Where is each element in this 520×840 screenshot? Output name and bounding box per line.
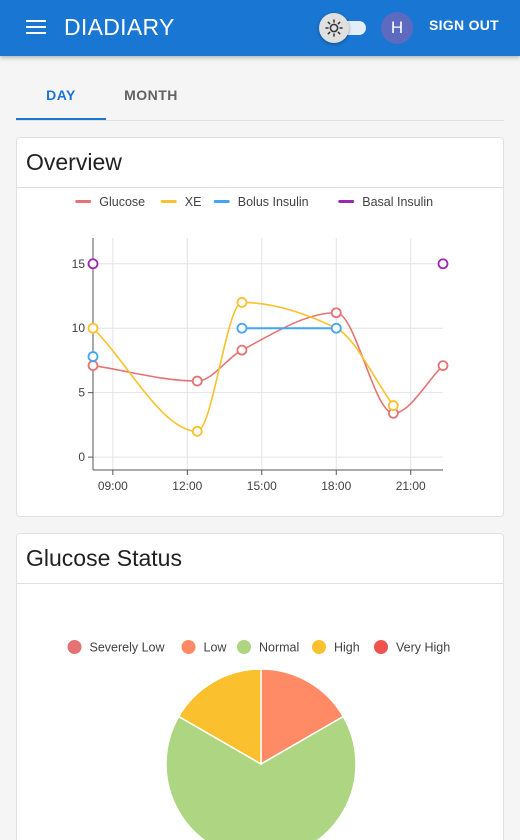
- data-point-basal-insulin: [87, 258, 99, 270]
- legend-swatch-bolus-insulin: [213, 200, 230, 203]
- data-point-glucose: [437, 360, 449, 372]
- data-point-bolus-insulin: [236, 322, 248, 334]
- x-tick-label: 21:00: [396, 479, 426, 493]
- sign-out-button[interactable]: SIGN OUT: [424, 17, 504, 33]
- view-tabs: DAY MONTH: [16, 78, 504, 121]
- legend-label-very-high: Very High: [396, 641, 450, 655]
- app-bar: DIADIARY H SIGN OUT: [0, 0, 520, 56]
- y-tick-label: 0: [78, 450, 85, 464]
- tab-day[interactable]: DAY: [16, 78, 106, 120]
- avatar[interactable]: H: [381, 12, 413, 44]
- legend-swatch-glucose: [75, 200, 92, 203]
- legend-label-xe: XE: [185, 195, 202, 209]
- glucose-status-chart: Severely Low Low Normal High Very High: [67, 640, 450, 840]
- tab-month[interactable]: MONTH: [106, 78, 196, 120]
- overview-chart: Glucose XE Bolus Insulin Basal Insulin 09:00…: [72, 195, 449, 493]
- data-point-xe: [191, 425, 203, 437]
- x-tick-label: 15:00: [247, 479, 277, 493]
- legend-swatch-high: [312, 640, 326, 654]
- data-point-glucose: [191, 375, 203, 387]
- data-point-glucose: [236, 344, 248, 356]
- y-tick-label: 15: [72, 257, 86, 271]
- data-point-glucose: [87, 360, 99, 372]
- glucose-status-card: Glucose Status Severely Low Low Normal High…: [16, 533, 504, 840]
- legend-swatch-very-high: [374, 640, 388, 654]
- data-point-basal-insulin: [437, 258, 449, 270]
- x-tick-label: 18:00: [321, 479, 351, 493]
- x-tick-label: 12:00: [172, 479, 202, 493]
- toggle-thumb: [319, 13, 349, 43]
- overview-card: Overview Glucose XE Bolus Insulin Basal Ins…: [16, 137, 504, 517]
- legend-label-high: High: [334, 641, 360, 655]
- legend-swatch-normal: [237, 640, 251, 654]
- legend-label-low: Low: [204, 641, 228, 655]
- data-point-glucose: [330, 307, 342, 319]
- theme-toggle[interactable]: [318, 12, 368, 44]
- y-tick-label: 5: [78, 386, 85, 400]
- legend-label-normal: Normal: [259, 641, 299, 655]
- legend-label-basal-insulin: Basal Insulin: [362, 195, 433, 209]
- legend-label-severely-low: Severely Low: [90, 641, 166, 655]
- x-tick-label: 09:00: [98, 479, 128, 493]
- legend-swatch-basal-insulin: [338, 200, 355, 203]
- legend-swatch-xe: [160, 200, 177, 203]
- y-tick-label: 10: [72, 321, 86, 335]
- legend-label-bolus-insulin: Bolus Insulin: [238, 195, 309, 209]
- data-point-xe: [87, 322, 99, 334]
- data-point-xe: [236, 297, 248, 308]
- data-point-bolus-insulin: [330, 322, 342, 334]
- legend-swatch-low: [181, 640, 196, 654]
- app-title: DIADIARY: [64, 14, 175, 40]
- sun-icon: [325, 19, 343, 37]
- data-point-bolus-insulin: [87, 351, 99, 362]
- data-point-xe: [387, 400, 399, 411]
- legend-label-glucose: Glucose: [99, 195, 145, 209]
- series-line-xe: [92, 301, 394, 433]
- legend-swatch-severely-low: [67, 640, 82, 654]
- menu-icon[interactable]: [20, 16, 52, 40]
